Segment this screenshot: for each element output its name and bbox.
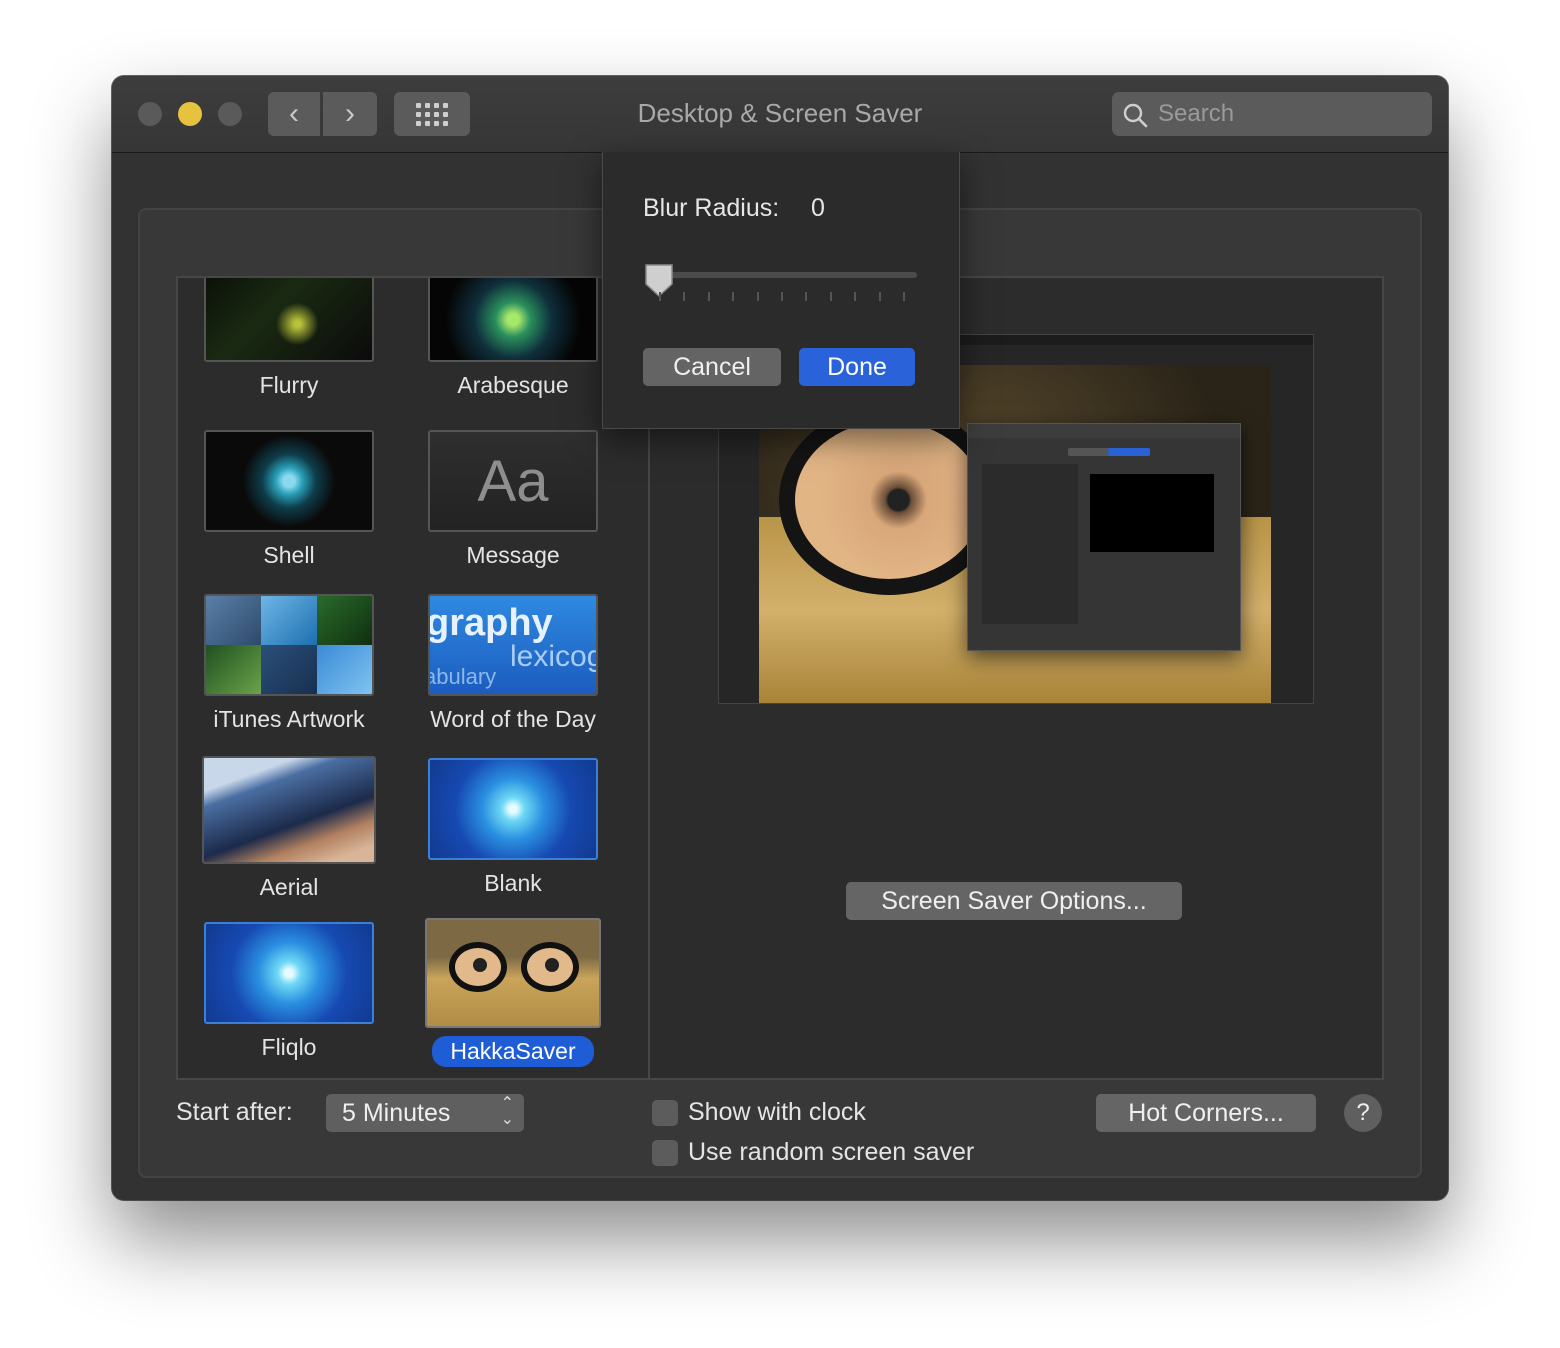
blank-thumbnail (428, 758, 598, 860)
random-saver-checkbox[interactable] (652, 1140, 678, 1166)
saver-label: Arabesque (457, 372, 569, 398)
saver-item-message[interactable]: Aa Message (408, 430, 618, 571)
blur-radius-slider[interactable] (651, 272, 917, 278)
shell-thumbnail (204, 430, 374, 532)
saver-item-arabesque[interactable]: Arabesque (408, 278, 618, 401)
saver-label: Fliqlo (261, 1034, 317, 1060)
stepper-chevrons-icon: ⌃ ⌄ (500, 1095, 514, 1128)
eye-graphic (449, 942, 507, 992)
saver-label-selected: HakkaSaver (432, 1036, 594, 1067)
message-thumbnail: Aa (428, 430, 598, 532)
blur-radius-label: Blur Radius: (643, 194, 780, 222)
saver-item-itunes-artwork[interactable]: iTunes Artwork (184, 594, 394, 735)
preview-mini-window (967, 423, 1241, 651)
hakkasaver-thumbnail (425, 918, 601, 1028)
saver-item-fliqlo[interactable]: Fliqlo (184, 922, 394, 1063)
saver-item-word-of-the-day[interactable]: graphy lexicog abulary Word of the Day (408, 594, 618, 735)
eye-graphic (521, 942, 579, 992)
start-after-select[interactable]: 5 Minutes ⌃ ⌄ (326, 1094, 524, 1132)
help-button[interactable]: ? (1344, 1094, 1382, 1132)
saver-label: iTunes Artwork (213, 706, 365, 732)
show-clock-checkbox[interactable] (652, 1100, 678, 1126)
search-placeholder: Search (1158, 100, 1235, 127)
saver-label: Aerial (259, 874, 319, 900)
blur-radius-popover: Blur Radius: 0 Cancel Done (602, 152, 960, 429)
fliqlo-thumbnail (204, 922, 374, 1024)
done-button[interactable]: Done (799, 348, 915, 386)
search-icon (1123, 103, 1148, 128)
random-saver-label: Use random screen saver (688, 1138, 975, 1166)
saver-label: Blank (484, 870, 542, 896)
arabesque-thumbnail (428, 278, 598, 362)
glasses-lens-graphic (779, 405, 999, 595)
saver-item-hakkasaver[interactable]: HakkaSaver (408, 918, 618, 1067)
saver-label: Message (466, 542, 560, 568)
saver-label: Shell (263, 542, 315, 568)
saver-item-aerial[interactable]: Aerial (184, 756, 394, 903)
saver-item-flurry[interactable]: Flurry (184, 278, 394, 401)
start-after-value: 5 Minutes (342, 1099, 451, 1127)
aerial-thumbnail (202, 756, 376, 864)
flurry-thumbnail (204, 278, 374, 362)
title-bar: ‹ › Desktop & Screen Saver Search (112, 76, 1448, 153)
screen-saver-options-button[interactable]: Screen Saver Options... (846, 882, 1182, 920)
word-of-the-day-thumbnail: graphy lexicog abulary (428, 594, 598, 696)
preview-menubar (949, 335, 1313, 345)
saver-item-shell[interactable]: Shell (184, 430, 394, 571)
start-after-label: Start after: (176, 1098, 293, 1126)
saver-label: Flurry (259, 372, 319, 398)
preferences-window: ‹ › Desktop & Screen Saver Search Flurry (112, 76, 1448, 1200)
thumb-word: abulary (428, 664, 497, 689)
itunes-artwork-thumbnail (204, 594, 374, 696)
blur-radius-value: 0 (811, 194, 825, 222)
screen-saver-list[interactable]: Flurry Arabesque Shell Aa Message iTunes… (176, 276, 650, 1080)
cancel-button[interactable]: Cancel (643, 348, 781, 386)
search-field[interactable]: Search (1112, 92, 1432, 136)
thumb-word: lexicog (510, 640, 598, 673)
show-clock-label: Show with clock (688, 1098, 866, 1126)
saver-label: Word of the Day (430, 706, 596, 732)
slider-ticks (659, 292, 905, 302)
thumb-word: graphy (428, 602, 553, 644)
hot-corners-button[interactable]: Hot Corners... (1096, 1094, 1316, 1132)
saver-item-blank[interactable]: Blank (408, 758, 618, 899)
